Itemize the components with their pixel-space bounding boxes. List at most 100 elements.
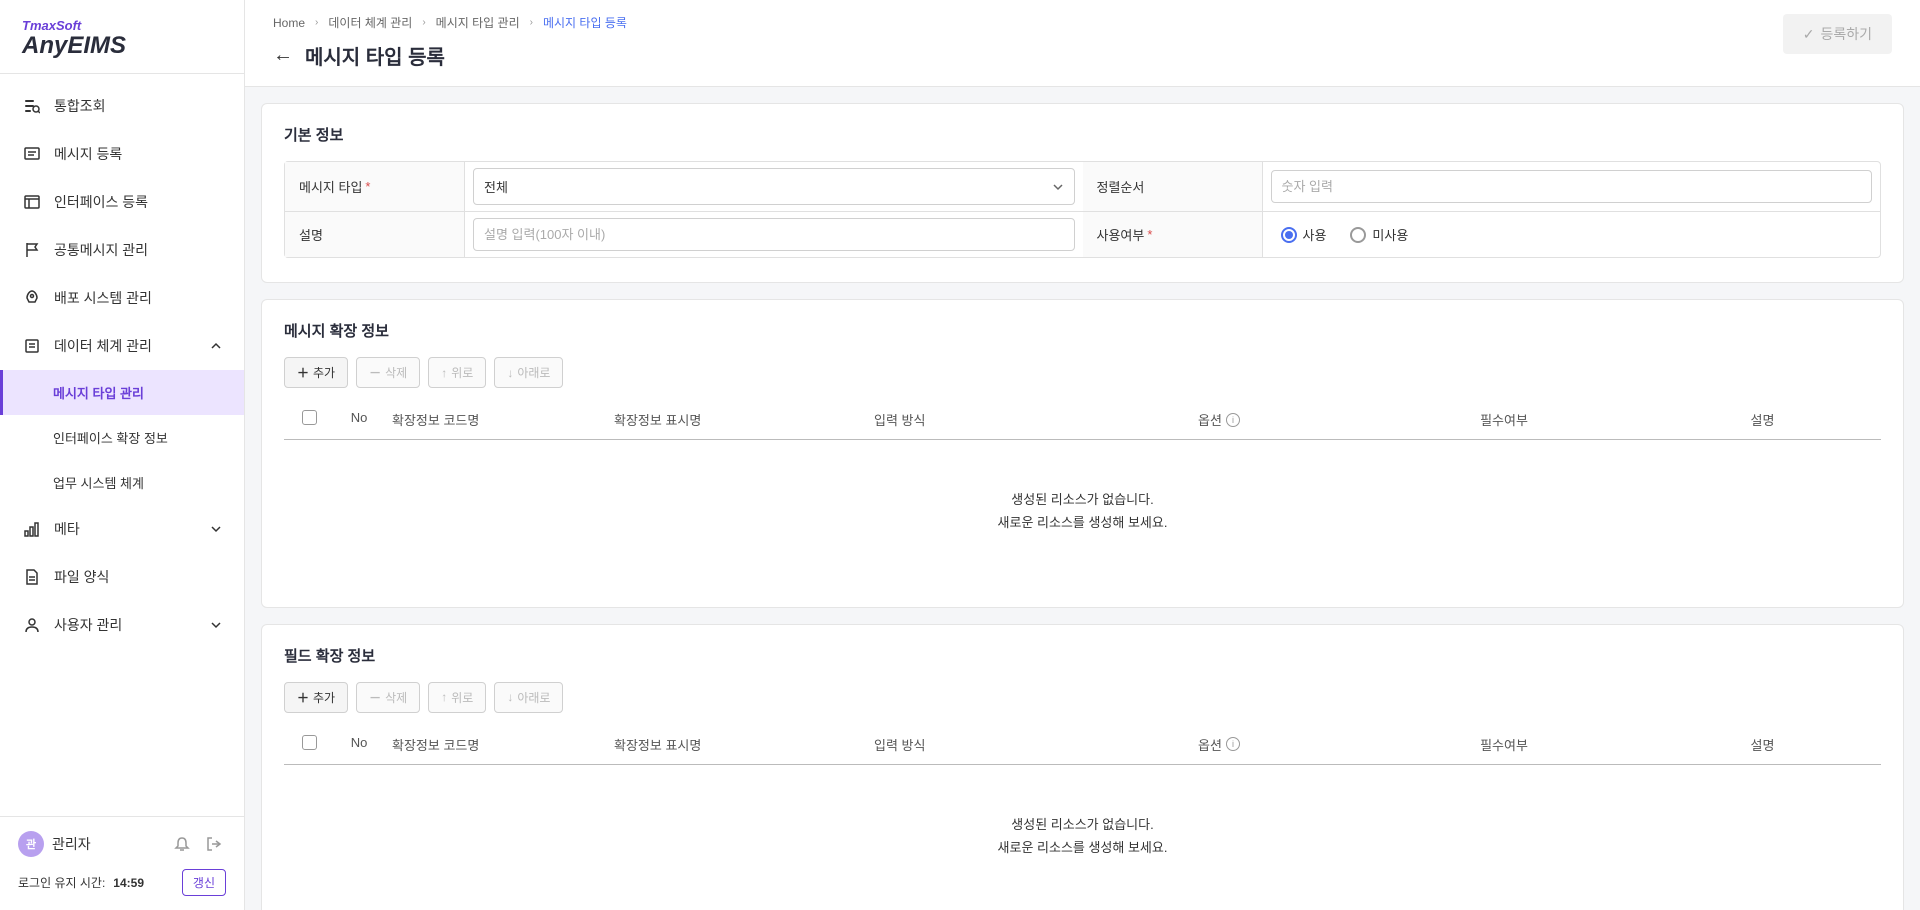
move-up-button[interactable]: ↑위로 bbox=[428, 682, 486, 713]
register-button[interactable]: ✓ 등록하기 bbox=[1783, 14, 1892, 54]
nav-item-search[interactable]: 통합조회 bbox=[0, 82, 244, 130]
col-required: 필수여부 bbox=[1364, 410, 1644, 429]
arrow-down-icon: ↓ bbox=[507, 690, 513, 704]
content: 기본 정보 메시지 타입* 전체 정렬순서 bbox=[245, 87, 1920, 910]
required-mark: * bbox=[365, 179, 370, 194]
subnav-item-msg-type[interactable]: 메시지 타입 관리 bbox=[0, 370, 244, 415]
check-icon: ✓ bbox=[1803, 26, 1815, 43]
col-desc: 설명 bbox=[1644, 410, 1881, 429]
move-up-button[interactable]: ↑위로 bbox=[428, 357, 486, 388]
sidebar: TmaxSoft AnyEIMS 통합조회 메시지 등록 인터페이스 등록 공통… bbox=[0, 0, 245, 910]
select-all-checkbox[interactable] bbox=[302, 735, 317, 750]
page-title: 메시지 타입 등록 bbox=[305, 41, 445, 70]
session-label: 로그인 유지 시간: bbox=[18, 874, 105, 891]
chevron-right-icon: › bbox=[530, 17, 533, 28]
rocket-icon bbox=[22, 290, 42, 306]
topbar: Home › 데이터 체계 관리 › 메시지 타입 관리 › 메시지 타입 등록… bbox=[245, 0, 1920, 87]
label-usage: 사용여부* bbox=[1083, 212, 1263, 257]
col-option: 옵션i bbox=[1074, 410, 1364, 429]
crumb-msg-type[interactable]: 메시지 타입 관리 bbox=[436, 14, 520, 31]
session-refresh-button[interactable]: 갱신 bbox=[182, 869, 226, 896]
label-sort: 정렬순서 bbox=[1083, 162, 1263, 211]
nav-label: 데이터 체계 관리 bbox=[54, 336, 210, 356]
search-list-icon bbox=[22, 98, 42, 114]
label-desc: 설명 bbox=[285, 212, 465, 257]
minus-icon: － bbox=[369, 689, 381, 706]
nav-label: 공통메시지 관리 bbox=[54, 240, 222, 260]
username: 관리자 bbox=[52, 834, 162, 854]
info-icon[interactable]: i bbox=[1226, 413, 1240, 427]
breadcrumb: Home › 데이터 체계 관리 › 메시지 타입 관리 › 메시지 타입 등록 bbox=[273, 14, 1783, 31]
crumb-current: 메시지 타입 등록 bbox=[543, 14, 627, 31]
chevron-down-icon bbox=[210, 523, 222, 535]
chevron-down-icon bbox=[1052, 181, 1064, 193]
crumb-data-system[interactable]: 데이터 체계 관리 bbox=[328, 14, 412, 31]
nav: 통합조회 메시지 등록 인터페이스 등록 공통메시지 관리 배포 시스템 관리 … bbox=[0, 74, 244, 816]
nav-label: 메시지 등록 bbox=[54, 144, 222, 164]
crumb-home[interactable]: Home bbox=[273, 16, 305, 30]
col-code: 확장정보 코드명 bbox=[384, 410, 614, 429]
nav-item-file-form[interactable]: 파일 양식 bbox=[0, 553, 244, 601]
label-msg-type: 메시지 타입* bbox=[285, 162, 465, 211]
session-time: 14:59 bbox=[113, 876, 144, 890]
move-down-button[interactable]: ↓아래로 bbox=[494, 357, 563, 388]
col-option: 옵션i bbox=[1074, 735, 1364, 754]
col-required: 필수여부 bbox=[1364, 735, 1644, 754]
nav-item-data-system[interactable]: 데이터 체계 관리 bbox=[0, 322, 244, 370]
nav-item-deploy[interactable]: 배포 시스템 관리 bbox=[0, 274, 244, 322]
add-button[interactable]: ＋추가 bbox=[284, 682, 348, 713]
radio-usage-no[interactable]: 미사용 bbox=[1350, 225, 1408, 244]
chevron-right-icon: › bbox=[315, 17, 318, 28]
subnav-item-business-system[interactable]: 업무 시스템 체계 bbox=[14, 460, 244, 505]
nav-item-message-reg[interactable]: 메시지 등록 bbox=[0, 130, 244, 178]
empty-state: 생성된 리소스가 없습니다. 새로운 리소스를 생성해 보세요. bbox=[284, 440, 1881, 583]
bell-icon[interactable] bbox=[170, 832, 194, 856]
arrow-up-icon: ↑ bbox=[441, 690, 447, 704]
logo-company: TmaxSoft bbox=[22, 18, 222, 33]
panel-field-info: 필드 확장 정보 ＋추가 －삭제 ↑위로 ↓아래로 No 확장정보 코드명 확장… bbox=[261, 624, 1904, 910]
radio-on-icon bbox=[1281, 227, 1297, 243]
nav-item-user-mgmt[interactable]: 사용자 관리 bbox=[0, 601, 244, 649]
meta-icon bbox=[22, 521, 42, 537]
subnav-item-interface-ext[interactable]: 인터페이스 확장 정보 bbox=[14, 415, 244, 460]
panel-basic-info: 기본 정보 메시지 타입* 전체 정렬순서 bbox=[261, 103, 1904, 283]
nav-label: 사용자 관리 bbox=[54, 615, 210, 635]
panel-title: 기본 정보 bbox=[284, 124, 1881, 145]
back-arrow-icon[interactable]: ← bbox=[273, 44, 293, 67]
select-all-checkbox[interactable] bbox=[302, 410, 317, 425]
desc-input[interactable] bbox=[473, 218, 1075, 251]
col-display: 확장정보 표시명 bbox=[614, 410, 874, 429]
radio-usage-yes[interactable]: 사용 bbox=[1281, 225, 1327, 244]
avatar[interactable]: 관 bbox=[18, 831, 44, 857]
register-button-label: 등록하기 bbox=[1820, 24, 1872, 44]
nav-item-meta[interactable]: 메타 bbox=[0, 505, 244, 553]
nav-item-common-msg[interactable]: 공통메시지 관리 bbox=[0, 226, 244, 274]
logo: TmaxSoft AnyEIMS bbox=[0, 0, 244, 74]
chevron-right-icon: › bbox=[422, 17, 425, 28]
panel-title: 메시지 확장 정보 bbox=[284, 320, 1881, 341]
message-reg-icon bbox=[22, 146, 42, 162]
table-header: No 확장정보 코드명 확장정보 표시명 입력 방식 옵션i 필수여부 설명 bbox=[284, 725, 1881, 765]
plus-icon: ＋ bbox=[297, 364, 309, 381]
add-button[interactable]: ＋추가 bbox=[284, 357, 348, 388]
logout-icon[interactable] bbox=[202, 832, 226, 856]
plus-icon: ＋ bbox=[297, 689, 309, 706]
col-input: 입력 방식 bbox=[874, 735, 1074, 754]
nav-label: 배포 시스템 관리 bbox=[54, 288, 222, 308]
logo-product: AnyEIMS bbox=[22, 33, 222, 59]
move-down-button[interactable]: ↓아래로 bbox=[494, 682, 563, 713]
arrow-up-icon: ↑ bbox=[441, 366, 447, 380]
nav-item-interface-reg[interactable]: 인터페이스 등록 bbox=[0, 178, 244, 226]
delete-button[interactable]: －삭제 bbox=[356, 682, 420, 713]
delete-button[interactable]: －삭제 bbox=[356, 357, 420, 388]
table-header: No 확장정보 코드명 확장정보 표시명 입력 방식 옵션i 필수여부 설명 bbox=[284, 400, 1881, 440]
interface-reg-icon bbox=[22, 194, 42, 210]
chevron-down-icon bbox=[210, 619, 222, 631]
panel-title: 필드 확장 정보 bbox=[284, 645, 1881, 666]
msg-type-select[interactable]: 전체 bbox=[473, 168, 1075, 205]
radio-off-icon bbox=[1350, 227, 1366, 243]
info-icon[interactable]: i bbox=[1226, 737, 1240, 751]
nav-label: 파일 양식 bbox=[54, 567, 222, 587]
sort-input[interactable] bbox=[1271, 170, 1873, 203]
col-no: No bbox=[334, 735, 384, 754]
